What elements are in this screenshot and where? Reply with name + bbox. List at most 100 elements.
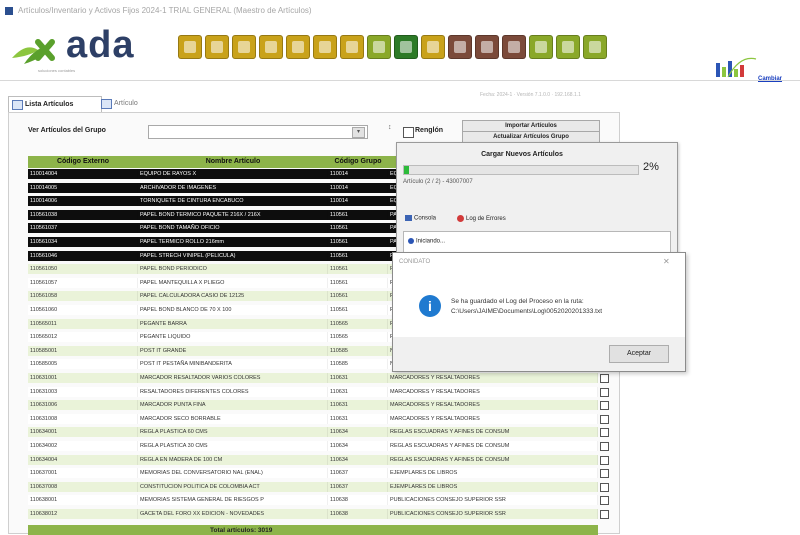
cell-codigo: 110585005 [28, 359, 138, 370]
row-checkbox[interactable] [600, 428, 609, 438]
row-checkbox[interactable] [600, 455, 609, 465]
cell-nombre: EQUIPO DE RAYOS X [138, 169, 328, 179]
column-header[interactable]: Nombre Artículo [138, 156, 329, 168]
table-row[interactable]: 110638012 GACETA DEL FORO XX EDICION - NO… [28, 509, 609, 519]
page-icon[interactable] [259, 35, 283, 59]
cell-grupo: 110561 [328, 291, 388, 302]
cell-nombre: REGLA EN MADERA DE 100 CM [138, 454, 328, 465]
tab-label: Artículo [114, 100, 138, 107]
export-icon[interactable] [286, 35, 310, 59]
cell-grupo: 110565 [328, 318, 388, 329]
tab-lista-articulos[interactable]: Lista Artículos [8, 96, 102, 112]
table-row[interactable]: 110637001 MEMORIAS DEL CONVERSATORIO NAL … [28, 468, 609, 479]
tab-articulo[interactable]: Artículo [98, 96, 162, 111]
close-icon[interactable]: ✕ [663, 257, 670, 266]
column-header[interactable]: Código Grupo [328, 156, 389, 168]
tab-consola[interactable]: Consola [405, 215, 436, 222]
table-row[interactable]: 110631008 MARCADOR SECO BORRABLE 110631 MAR… [28, 413, 609, 424]
toolbar-glyph [373, 41, 385, 53]
renglon-checkbox[interactable] [403, 127, 414, 138]
column-header[interactable]: Código Externo [28, 156, 139, 168]
settings-icon[interactable] [502, 35, 526, 59]
toolbar-glyph [562, 41, 574, 53]
row-checkbox[interactable] [600, 374, 609, 383]
console-text: Iniciando... [416, 238, 446, 245]
progress-bar [403, 165, 639, 175]
toolbar-glyph [292, 41, 304, 53]
chart-icon[interactable] [367, 35, 391, 59]
table-row[interactable]: 110637008 CONSTITUCION POLITICA DE COLOMB… [28, 481, 609, 492]
info-icon [408, 238, 414, 244]
row-checkbox[interactable] [600, 442, 609, 451]
cell-grupo: 110561 [328, 250, 388, 261]
decorative-bars-icon [716, 57, 757, 78]
total-articles: Total artículos: 3019 [210, 527, 273, 534]
tools-icon[interactable] [529, 35, 553, 59]
cell-codigo: 110631006 [28, 400, 138, 411]
cell-grupo: 110634 [328, 427, 388, 438]
cambiar-link[interactable]: Cambiar [758, 76, 782, 82]
cell-nombre-grupo: REGLAS ESCUADRAS Y AFINES DE CONSUM [388, 454, 598, 465]
window-icon[interactable] [583, 35, 607, 59]
cell-codigo: 110634002 [28, 441, 138, 451]
cell-codigo: 110637001 [28, 468, 138, 479]
group-select[interactable]: ▾ [148, 125, 368, 139]
help-icon[interactable] [556, 35, 580, 59]
cell-nombre-grupo: MARCADORES Y RESALTADORES [388, 373, 598, 383]
lock-icon[interactable] [421, 35, 445, 59]
cell-nombre: PEGANTE BARRA [138, 318, 328, 329]
table-row[interactable]: 110638001 MEMORIAS SISTEMA GENERAL DE RIE… [28, 495, 609, 506]
cell-codigo: 110561037 [28, 223, 138, 234]
row-checkbox[interactable] [600, 414, 609, 424]
cell-codigo: 110585001 [28, 345, 138, 356]
logo-mark-icon [12, 39, 55, 64]
row-checkbox[interactable] [600, 401, 609, 411]
cell-codigo: 110634004 [28, 454, 138, 465]
table-row[interactable]: 110634002 REGLA PLASTICA 30 CMS 110634 REGL… [28, 441, 609, 451]
document-icon[interactable] [205, 35, 229, 59]
cell-codigo: 110637008 [28, 481, 138, 492]
cell-grupo: 110585 [328, 345, 388, 356]
cell-nombre: MARCADOR SECO BORRABLE [138, 413, 328, 424]
cell-nombre: MARCADOR PUNTA FINA [138, 400, 328, 411]
folder-icon[interactable] [178, 35, 202, 59]
row-checkbox[interactable] [600, 482, 609, 492]
table-row[interactable]: 110631001 MARCADOR RESALTADOR VARIOS COLO… [28, 373, 609, 383]
table-row[interactable]: 110631006 MARCADOR PUNTA FINA 110631 MARCAD… [28, 400, 609, 411]
cell-nombre: POST IT PESTAÑA MINIBANDERITA [138, 359, 328, 370]
spinner-icon[interactable]: ↕ [388, 124, 392, 131]
chevron-down-icon[interactable]: ▾ [352, 127, 365, 138]
save-icon[interactable] [232, 35, 256, 59]
row-checkbox[interactable] [600, 496, 609, 506]
title-bar: Artículos/Inventario y Activos Fijos 202… [0, 0, 800, 23]
report-icon[interactable] [475, 35, 499, 59]
print-icon[interactable] [313, 35, 337, 59]
cell-grupo: 110014 [328, 196, 388, 207]
cell-nombre: POST IT GRANDE [138, 345, 328, 356]
tab-label: Log de Errores [466, 216, 506, 223]
calculator-icon[interactable] [448, 35, 472, 59]
dialog-message: Se ha guardado el Log del Proceso en la … [451, 298, 603, 315]
accept-button[interactable]: Aceptar [609, 345, 669, 363]
cell-codigo: 110565011 [28, 318, 138, 329]
toolbar-glyph [454, 41, 466, 53]
tab-log-errores[interactable]: Log de Errores [457, 215, 506, 222]
grid-icon[interactable] [394, 35, 418, 59]
table-row[interactable]: 110634004 REGLA EN MADERA DE 100 CM 110634… [28, 454, 609, 465]
cell-nombre: PAPEL CALCULADORA CASIO DE 12125 [138, 291, 328, 302]
dialog-footer: Aceptar [393, 337, 685, 371]
progress-subtitle: Artículo (2 / 2) - 43007007 [403, 179, 473, 185]
row-checkbox[interactable] [600, 469, 609, 479]
row-checkbox[interactable] [600, 510, 609, 519]
cell-nombre: MARCADOR RESALTADOR VARIOS COLORES [138, 373, 328, 383]
list-icon [12, 100, 23, 110]
grid-footer [28, 525, 598, 535]
table-row[interactable]: 110634001 REGLA PLASTICA 60 CMS 110634 REGL… [28, 427, 609, 438]
table-row[interactable]: 110631003 RESALTADORES DIFERENTES COLORES… [28, 386, 609, 397]
preview-icon[interactable] [340, 35, 364, 59]
cell-codigo: 110631008 [28, 413, 138, 424]
toolbar-glyph [535, 41, 547, 53]
row-checkbox[interactable] [600, 387, 609, 397]
cell-codigo: 110014005 [28, 182, 138, 193]
cell-nombre: ARCHIVADOR DE IMAGENES [138, 182, 328, 193]
